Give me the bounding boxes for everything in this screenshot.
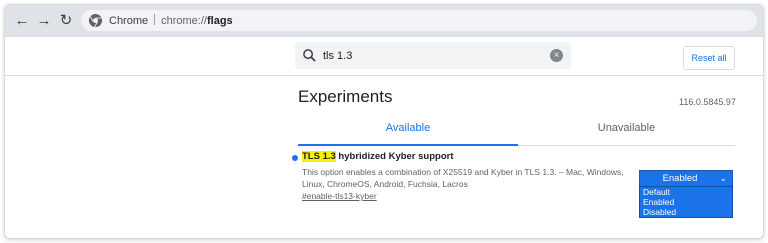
chevron-down-icon: ⌄	[719, 173, 727, 183]
search-icon	[303, 49, 316, 62]
browser-toolbar: ← → ↻ Chrome chrome://flags	[5, 5, 763, 37]
option-disabled[interactable]: Disabled	[643, 207, 676, 217]
reload-icon[interactable]: ↻	[58, 13, 74, 29]
search-match-highlight: TLS 1.3	[302, 151, 336, 162]
url-host: flags	[206, 15, 233, 27]
back-arrow-icon[interactable]: ←	[14, 13, 30, 29]
omnibox-separator	[154, 14, 156, 25]
tab-unavailable[interactable]: Unavailable	[518, 122, 735, 146]
option-default[interactable]: Default	[643, 187, 670, 197]
search-box: ×	[295, 42, 571, 69]
selected-option: Enabled	[662, 173, 698, 184]
tab-available[interactable]: Available	[298, 122, 518, 146]
page-title: Experiments	[298, 87, 393, 106]
flag-state-select[interactable]: Enabled ⌄	[639, 170, 733, 187]
flags-header: × Reset all	[5, 37, 763, 76]
flag-permalink[interactable]: #enable-tls13-kyber	[302, 191, 377, 201]
flag-title: TLS 1.3 hybridized Kyber support	[302, 151, 454, 162]
forward-arrow-icon[interactable]: →	[36, 13, 52, 29]
flag-description: This option enables a combination of X25…	[302, 167, 624, 189]
chrome-logo-icon	[88, 13, 103, 28]
search-input[interactable]	[323, 46, 543, 65]
version-label: 116.0.5845.97	[679, 97, 736, 107]
url-prefix: chrome://	[161, 15, 207, 27]
site-label: Chrome	[109, 15, 149, 27]
select-dropdown: Default Enabled Disabled	[639, 186, 733, 218]
option-enabled[interactable]: Enabled	[643, 197, 674, 207]
clear-search-icon[interactable]: ×	[550, 49, 563, 62]
browser-window: ← → ↻ Chrome chrome://flags × Reset all E…	[4, 4, 764, 239]
omnibox-text: Chrome chrome://flags	[109, 14, 233, 27]
omnibox[interactable]: Chrome chrome://flags	[81, 10, 757, 31]
active-tab-indicator	[298, 144, 518, 146]
reset-all-button[interactable]: Reset all	[683, 46, 735, 70]
flag-title-rest: hybridized Kyber support	[335, 151, 454, 162]
modified-indicator-dot	[292, 155, 298, 161]
